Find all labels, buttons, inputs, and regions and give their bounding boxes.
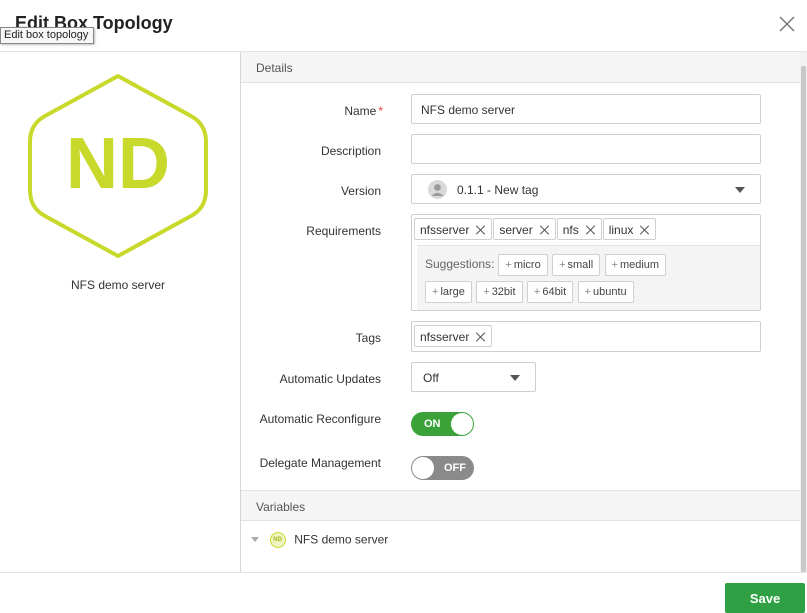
remove-icon[interactable] xyxy=(476,225,486,235)
requirement-chip-label: linux xyxy=(608,223,634,237)
suggestion-chip-label: micro xyxy=(513,259,541,271)
requirements-label: Requirements xyxy=(306,224,381,238)
name-label-text: Name xyxy=(344,104,377,118)
suggestion-chip[interactable]: + large xyxy=(425,281,472,303)
toggle-state-label: OFF xyxy=(444,462,466,474)
toggle-knob xyxy=(451,413,473,435)
variables-tree-item[interactable]: ND NFS demo server xyxy=(251,531,388,553)
suggestions-row-2: + large +32bit +64bit + ubuntu xyxy=(425,281,635,303)
suggestion-chip-label: ubuntu xyxy=(592,286,627,298)
details-header-label: Details xyxy=(256,61,293,75)
auto-updates-label: Automatic Updates xyxy=(279,372,381,386)
suggestion-chip[interactable]: + ubuntu xyxy=(577,281,634,303)
delegate-label: Delegate Management xyxy=(259,456,381,470)
suggestion-chip-label: 64bit xyxy=(542,286,567,298)
tags-label: Tags xyxy=(355,331,381,345)
tags-chip-list: nfsserver xyxy=(414,325,493,347)
suggestion-chip-label: 32bit xyxy=(491,286,516,298)
auto-reconfigure-toggle[interactable]: ON xyxy=(411,412,474,436)
requirement-chip: linux xyxy=(602,218,657,240)
suggestion-chip[interactable]: +32bit xyxy=(476,281,523,303)
suggestion-chip[interactable]: + micro xyxy=(498,254,548,276)
remove-icon[interactable] xyxy=(476,332,486,342)
suggestion-chip[interactable]: + small xyxy=(552,254,601,276)
name-field-value: NFS demo server xyxy=(421,103,516,117)
requirement-chip-label: nfsserver xyxy=(420,223,470,237)
tags-field[interactable]: nfsserver xyxy=(411,321,761,352)
requirement-chip: server xyxy=(493,218,556,240)
suggestion-chip-label: medium xyxy=(619,259,660,271)
close-icon[interactable] xyxy=(778,15,796,33)
variables-header-label: Variables xyxy=(256,500,306,514)
suggestion-chip[interactable]: +64bit xyxy=(526,281,574,303)
box-badge-icon: ND xyxy=(269,531,286,548)
toggle-knob xyxy=(412,457,434,479)
remove-icon[interactable] xyxy=(540,225,550,235)
auto-reconfigure-label: Automatic Reconfigure xyxy=(259,412,381,426)
tag-chip-label: nfsserver xyxy=(420,330,470,344)
suggestions-panel: Suggestions: + micro + small + medium + large… xyxy=(417,245,760,310)
remove-icon[interactable] xyxy=(640,225,650,235)
version-label: Version xyxy=(340,184,381,198)
name-label: Name * xyxy=(241,104,383,118)
suggestions-label: Suggestions: xyxy=(425,257,495,271)
tag-chip: nfsserver xyxy=(414,325,493,347)
footer-divider xyxy=(0,572,807,573)
description-label: Description xyxy=(320,144,381,158)
suggestion-chip[interactable]: + medium xyxy=(604,254,667,276)
description-field[interactable] xyxy=(411,134,761,164)
scrollbar-thumb[interactable] xyxy=(801,66,806,572)
suggestions-row-1: Suggestions: + micro + small + medium xyxy=(425,254,667,276)
requirement-chip: nfs xyxy=(556,218,602,240)
variables-item-label: NFS demo server xyxy=(294,532,389,547)
chevron-down-icon xyxy=(735,187,745,193)
requirements-chip-list: nfsserver server nfs linux xyxy=(414,218,657,240)
title-tooltip: Edit box topology xyxy=(0,27,95,44)
requirement-chip-label: server xyxy=(499,223,533,237)
plus-icon: + xyxy=(611,259,618,271)
plus-icon: + xyxy=(483,286,490,298)
version-select[interactable]: 0.1.1 - New tag xyxy=(411,174,761,204)
plus-icon: + xyxy=(533,286,541,298)
auto-updates-select[interactable]: Off xyxy=(411,362,536,392)
box-name-caption: NFS demo server xyxy=(70,278,166,292)
auto-updates-value: Off xyxy=(423,371,439,385)
requirement-chip: nfsserver xyxy=(414,218,493,240)
name-field[interactable]: NFS demo server xyxy=(411,94,761,124)
scrollbar[interactable] xyxy=(800,52,807,572)
details-section-header: Details xyxy=(241,52,800,83)
suggestion-chip-label: large xyxy=(440,286,465,298)
suggestion-chip-label: small xyxy=(567,259,594,271)
remove-icon[interactable] xyxy=(586,225,596,235)
chevron-down-icon xyxy=(510,375,520,381)
save-button[interactable]: Save xyxy=(725,583,805,613)
required-mark: * xyxy=(378,104,383,118)
expand-arrow-icon[interactable] xyxy=(251,537,259,543)
user-avatar-icon xyxy=(428,180,447,199)
details-pane: Details Name * NFS demo server Descriptio… xyxy=(240,52,800,572)
version-value: 0.1.1 - New tag xyxy=(457,183,539,197)
plus-icon: + xyxy=(559,259,566,271)
box-logo-initials: ND xyxy=(66,124,170,204)
plus-icon: + xyxy=(505,259,512,271)
box-logo: ND xyxy=(28,74,208,258)
requirement-chip-label: nfs xyxy=(562,223,579,237)
requirements-field[interactable]: nfsserver server nfs linux Suggestions: + mic… xyxy=(411,214,761,311)
toggle-state-label: ON xyxy=(424,418,441,430)
plus-icon: + xyxy=(584,286,591,298)
delegate-toggle[interactable]: OFF xyxy=(411,456,474,480)
plus-icon: + xyxy=(432,286,439,298)
variables-section-header: Variables xyxy=(241,490,800,521)
box-preview-pane: ND NFS demo server xyxy=(0,52,240,572)
